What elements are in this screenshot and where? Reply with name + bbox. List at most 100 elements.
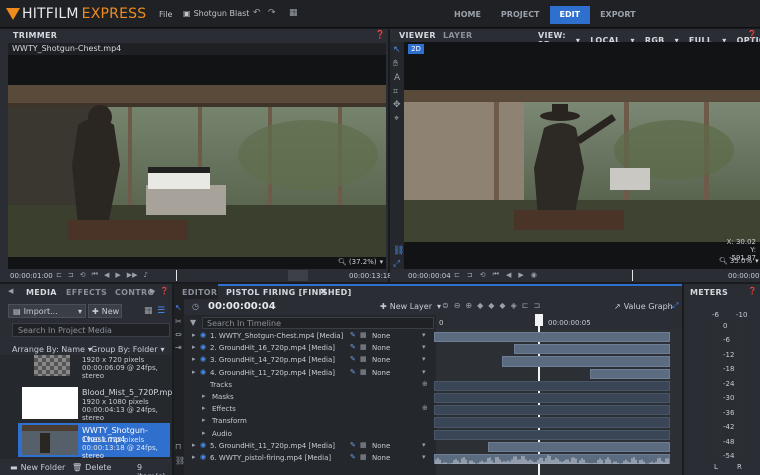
skip-start-icon[interactable]: ⏮	[493, 270, 499, 279]
skip-start-icon[interactable]: ⏮	[92, 270, 98, 279]
ripple-tool-icon[interactable]: ⇥	[175, 343, 182, 352]
step-back-icon[interactable]: ◀	[104, 271, 109, 279]
step-back-icon[interactable]: ◀	[506, 271, 511, 279]
loop-icon[interactable]: ⟲	[480, 271, 486, 279]
tab-sequence[interactable]: PISTOL FIRING [FINISHED] ✖	[218, 284, 682, 299]
pin-tool-icon[interactable]: ⌖	[394, 114, 399, 124]
in-marker-icon[interactable]: ⊏	[522, 301, 529, 310]
viewer-playhead[interactable]	[632, 270, 633, 281]
timeline-track[interactable]: ▸ ◉ 1. WWTY_Shotgun-Chest.mp4 [Media] ✎ ▦ Non…	[184, 331, 434, 343]
audio-icon[interactable]: ♪	[144, 271, 148, 279]
slip-tool-icon[interactable]: ⇔	[175, 330, 182, 339]
select-tool-icon[interactable]: ↖	[393, 45, 401, 55]
timeline-timecode[interactable]: 00:00:00:04	[208, 301, 276, 312]
keyframe-prev-icon[interactable]: ◆	[477, 301, 483, 310]
trimmer-playhead[interactable]	[176, 270, 177, 281]
delete-button[interactable]: 🗑︎ Delete	[72, 463, 111, 472]
group-dropdown[interactable]: Group By: Folder ▾	[91, 345, 165, 354]
new-button[interactable]: ✚ New	[88, 304, 122, 318]
play-icon[interactable]: ▶	[115, 271, 120, 279]
close-icon[interactable]: ✖	[320, 287, 327, 296]
expand-arrow-icon[interactable]: ▸	[192, 453, 196, 461]
viewer-help-icon[interactable]: ❓	[747, 30, 757, 39]
tab-layer[interactable]: LAYER	[443, 31, 472, 40]
property-row[interactable]: ▸ Effects ⊕	[184, 404, 434, 416]
brush-icon[interactable]: ✎	[350, 368, 356, 376]
timeline-track[interactable]: ▸ ◉ 2. GroundHit_16_720p.mp4 [Media] ✎ ▦ None…	[184, 343, 434, 355]
text-tool-icon[interactable]: A	[394, 73, 400, 83]
visibility-icon[interactable]: ◉	[200, 368, 206, 376]
list-item[interactable]: Blood_Mist_5_720P.mp4 1920 x 1080 pixels…	[20, 385, 172, 422]
expand-arrow-icon[interactable]: ▸	[202, 429, 206, 437]
link-tool-icon[interactable]: ⛓	[393, 246, 404, 256]
brush-icon[interactable]: ✎	[350, 343, 356, 351]
timeline-clip[interactable]	[488, 441, 670, 452]
hand-tool-icon[interactable]: ✋︎	[393, 59, 398, 69]
tab-controls[interactable]: CONTRO	[115, 288, 155, 297]
viewer-viewport[interactable]: 2D X: 30.02 Y: -591.87 🔍︎ 35.0% ▾	[404, 42, 760, 269]
timeline-clip[interactable]	[502, 356, 670, 367]
property-row[interactable]: ▸ Transform	[184, 416, 434, 428]
blend-mode-dropdown[interactable]: None	[372, 442, 390, 450]
transform-tool-icon[interactable]: ✥	[393, 100, 401, 110]
snap-icon[interactable]: ⊓	[175, 442, 181, 451]
in-point-icon[interactable]: ⊏	[56, 271, 62, 279]
brush-icon[interactable]: ✎	[350, 453, 356, 461]
import-button[interactable]: ▤ Import... ▾	[8, 304, 86, 318]
timeline-search-input[interactable]: Search In Timeline	[202, 317, 434, 329]
undo-icon[interactable]: ↶	[253, 8, 261, 18]
blend-mode-dropdown[interactable]: None	[372, 356, 390, 364]
snap-tool-icon[interactable]: ⤢	[393, 259, 400, 269]
meters-help-icon[interactable]: ❓	[748, 287, 757, 295]
expand-icon[interactable]: ⤢	[672, 301, 678, 311]
loop-icon[interactable]: ⟲	[80, 271, 86, 279]
project-name[interactable]: ▣ Shotgun Blast	[183, 9, 249, 18]
tab-media[interactable]: MEDIA	[26, 288, 57, 297]
media-help-icon[interactable]: ❓	[160, 287, 169, 295]
blend-mode-dropdown[interactable]: None	[372, 369, 390, 377]
tab-edit[interactable]: EDIT	[549, 6, 591, 24]
expand-arrow-icon[interactable]: ▸	[192, 441, 196, 449]
out-point-icon[interactable]: ⊐	[467, 271, 473, 279]
slice-tool-icon[interactable]: ✂	[175, 317, 182, 326]
out-marker-icon[interactable]: ⊐	[533, 301, 540, 310]
visibility-icon[interactable]: ◉	[200, 453, 206, 461]
grid-view-icon[interactable]: ▦	[144, 306, 153, 316]
visibility-icon[interactable]: ◉	[200, 343, 206, 351]
zoom-out-icon[interactable]: ⊖	[454, 301, 461, 310]
expand-arrow-icon[interactable]: ▸	[202, 404, 206, 412]
visibility-icon[interactable]: ◉	[200, 331, 206, 339]
play-icon[interactable]: ▶	[518, 271, 523, 279]
keyframe-next-icon[interactable]: ◆	[499, 301, 505, 310]
crop-tool-icon[interactable]: ⌗	[393, 87, 398, 97]
redo-icon[interactable]: ↷	[268, 8, 276, 18]
timeline-track[interactable]: ▸ ◉ 4. GroundHit_11_720p.mp4 [Media] ✎ ▦ None…	[184, 368, 434, 380]
list-item[interactable]: 1920 x 720 pixels 00:00:06:09 @ 24fps, s…	[20, 355, 172, 382]
timeline-clip[interactable]	[514, 344, 670, 355]
visibility-icon[interactable]: ◉	[200, 441, 206, 449]
blend-mode-dropdown[interactable]: None	[372, 332, 390, 340]
expand-arrow-icon[interactable]: ▸	[202, 392, 206, 400]
playhead-handle[interactable]	[535, 314, 543, 326]
tab-export[interactable]: EXPORT	[590, 6, 646, 24]
tab-effects[interactable]: EFFECTS	[66, 288, 107, 297]
trimmer-zoom[interactable]: 🔍︎ (37.2%) ▾	[338, 258, 383, 266]
expand-arrow-icon[interactable]: ▸	[192, 355, 196, 363]
viewer-zoom[interactable]: 🔍︎ 35.0% ▾	[719, 257, 759, 265]
tab-home[interactable]: HOME	[444, 6, 491, 24]
timeline-clip[interactable]	[590, 368, 670, 379]
step-forward-icon[interactable]: ▶▶	[127, 271, 138, 279]
record-icon[interactable]: ◉	[531, 271, 537, 279]
tab-project[interactable]: PROJECT	[491, 6, 550, 24]
tab-viewer[interactable]: VIEWER	[399, 31, 436, 40]
blend-mode-dropdown[interactable]: None	[372, 344, 390, 352]
visibility-icon[interactable]: ◉	[200, 355, 206, 363]
zoom-in-icon[interactable]: ⊕	[465, 301, 472, 310]
media-search-field[interactable]: Search In Project Media	[12, 323, 170, 337]
timeline-clip[interactable]	[434, 332, 670, 343]
in-point-icon[interactable]: ⊏	[454, 271, 460, 279]
viewer-2d-badge[interactable]: 2D	[408, 44, 424, 54]
timeline-track[interactable]: ▸ ◉ 6. WWTY_pistol-firing.mp4 [Media] ✎ ▦ Non…	[184, 453, 434, 465]
tab-editor[interactable]: EDITOR	[182, 288, 217, 297]
expand-arrow-icon[interactable]: ▸	[192, 331, 196, 339]
